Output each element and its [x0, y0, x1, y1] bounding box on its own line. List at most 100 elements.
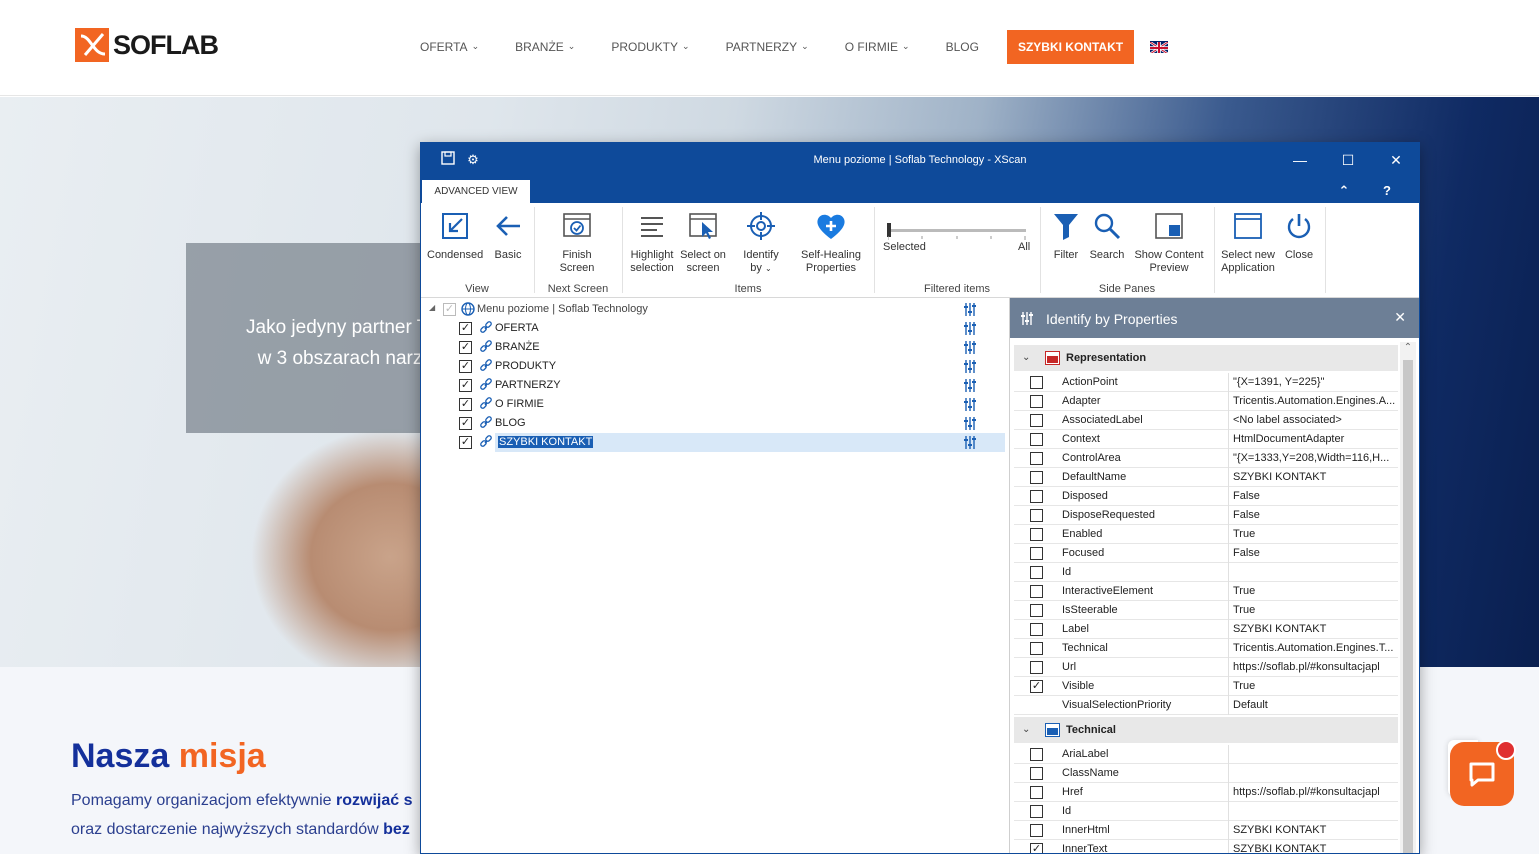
property-checkbox[interactable] [1030, 604, 1043, 617]
tree-item[interactable]: ✓ OFERTA [421, 319, 1007, 338]
tree-item[interactable]: ✓ PARTNERZY [421, 376, 1007, 395]
property-value[interactable] [1228, 764, 1398, 783]
condensed-button[interactable]: Condensed [427, 209, 483, 262]
property-row[interactable]: AriaLabel [1014, 745, 1398, 764]
property-checkbox[interactable] [1030, 623, 1043, 636]
property-checkbox[interactable] [1030, 547, 1043, 560]
basic-button[interactable]: Basic [487, 209, 529, 262]
chevron-down-icon[interactable]: ⌄ [1022, 724, 1030, 735]
property-checkbox[interactable] [1030, 452, 1043, 465]
nav-o-firmie[interactable]: O FIRMIE ⌄ [845, 40, 910, 54]
minimize-button[interactable]: — [1285, 149, 1315, 171]
close-button[interactable]: Close [1281, 209, 1317, 262]
property-row[interactable]: Href https://soflab.pl/#konsultacjapl [1014, 783, 1398, 802]
collapse-ribbon-icon[interactable]: ⌃ [1334, 182, 1354, 200]
properties-sliders-icon[interactable] [963, 321, 977, 336]
tree-item-checkbox[interactable]: ✓ [459, 398, 472, 411]
properties-sliders-icon[interactable] [963, 340, 977, 355]
self-healing-properties-button[interactable]: Self-Healing Properties [799, 209, 863, 275]
select-on-screen-button[interactable]: Select on screen [679, 209, 727, 275]
property-row[interactable]: VisualSelectionPriority Default [1014, 696, 1398, 715]
property-row[interactable]: Enabled True [1014, 525, 1398, 544]
property-value[interactable]: True [1228, 601, 1398, 620]
property-value[interactable]: SZYBKI KONTAKT [1228, 821, 1398, 840]
property-value[interactable]: SZYBKI KONTAKT [1228, 468, 1398, 487]
property-value[interactable]: False [1228, 506, 1398, 525]
tree-item-checkbox[interactable]: ✓ [459, 341, 472, 354]
property-value[interactable]: https://soflab.pl/#konsultacjapl [1228, 658, 1398, 677]
property-row[interactable]: Id [1014, 802, 1398, 821]
tree-root-checkbox[interactable]: ✓ [443, 303, 456, 316]
property-row[interactable]: AssociatedLabel <No label associated> [1014, 411, 1398, 430]
section-representation[interactable]: ⌄ Representation [1014, 345, 1398, 371]
property-checkbox[interactable] [1030, 786, 1043, 799]
highlight-selection-button[interactable]: Highlight selection [626, 209, 678, 275]
property-checkbox[interactable] [1030, 395, 1043, 408]
property-value[interactable]: "{X=1391, Y=225}" [1228, 373, 1398, 392]
property-row[interactable]: Technical Tricentis.Automation.Engines.T.… [1014, 639, 1398, 658]
property-checkbox[interactable] [1030, 433, 1043, 446]
search-button[interactable]: Search [1087, 209, 1127, 262]
close-window-button[interactable]: ✕ [1381, 149, 1411, 171]
chevron-down-icon[interactable]: ⌄ [1022, 352, 1030, 363]
nav-branze[interactable]: BRANŻE ⌄ [515, 40, 575, 54]
filter-slider-thumb[interactable] [887, 223, 891, 237]
property-value[interactable] [1228, 745, 1398, 764]
property-value[interactable]: True [1228, 525, 1398, 544]
property-row[interactable]: Adapter Tricentis.Automation.Engines.A... [1014, 392, 1398, 411]
property-value[interactable]: True [1228, 582, 1398, 601]
property-checkbox[interactable]: ✓ [1030, 680, 1043, 693]
pane-scrollbar[interactable]: ⌃ [1400, 342, 1416, 853]
property-row[interactable]: DefaultName SZYBKI KONTAKT [1014, 468, 1398, 487]
tree-item-checkbox[interactable]: ✓ [459, 322, 472, 335]
property-row[interactable]: ClassName [1014, 764, 1398, 783]
collapse-arrow-icon[interactable]: ◢ [429, 303, 435, 312]
nav-blog[interactable]: BLOG [946, 40, 979, 54]
tree-item[interactable]: ✓ BLOG [421, 414, 1007, 433]
property-checkbox[interactable] [1030, 566, 1043, 579]
nav-oferta[interactable]: OFERTA ⌄ [420, 40, 479, 54]
property-checkbox[interactable]: ✓ [1030, 843, 1043, 853]
property-value[interactable] [1228, 802, 1398, 821]
nav-partnerzy[interactable]: PARTNERZY ⌄ [726, 40, 809, 54]
properties-sliders-icon[interactable] [963, 435, 977, 450]
pane-close-icon[interactable]: ✕ [1394, 309, 1406, 326]
select-new-application-button[interactable]: Select new Application [1218, 209, 1278, 275]
property-value[interactable]: Tricentis.Automation.Engines.T... [1228, 639, 1398, 658]
property-checkbox[interactable] [1030, 414, 1043, 427]
nav-produkty[interactable]: PRODUKTY ⌄ [611, 40, 689, 54]
show-content-preview-button[interactable]: Show Content Preview [1133, 209, 1205, 275]
properties-sliders-icon[interactable] [963, 378, 977, 393]
property-value[interactable]: HtmlDocumentAdapter [1228, 430, 1398, 449]
property-value[interactable]: SZYBKI KONTAKT [1228, 620, 1398, 639]
property-checkbox[interactable] [1030, 748, 1043, 761]
property-checkbox[interactable] [1030, 490, 1043, 503]
tree-item-checkbox[interactable]: ✓ [459, 417, 472, 430]
property-value[interactable]: False [1228, 544, 1398, 563]
property-row[interactable]: Context HtmlDocumentAdapter [1014, 430, 1398, 449]
property-checkbox[interactable] [1030, 471, 1043, 484]
property-row[interactable]: DisposeRequested False [1014, 506, 1398, 525]
tree-item-checkbox[interactable]: ✓ [459, 379, 472, 392]
filter-button[interactable]: Filter [1047, 209, 1085, 262]
tree-root[interactable]: ◢ ✓ Menu poziome | Soflab Technology [421, 300, 1007, 319]
property-value[interactable]: SZYBKI KONTAKT [1228, 840, 1398, 853]
properties-sliders-icon[interactable] [963, 359, 977, 374]
tree-item[interactable]: ✓ SZYBKI KONTAKT [421, 433, 1007, 452]
section-technical[interactable]: ⌄ Technical [1014, 717, 1398, 743]
tab-advanced-view[interactable]: ADVANCED VIEW [422, 180, 530, 203]
property-checkbox[interactable] [1030, 528, 1043, 541]
tree-item[interactable]: ✓ PRODUKTY [421, 357, 1007, 376]
property-checkbox[interactable] [1030, 642, 1043, 655]
property-value[interactable]: False [1228, 487, 1398, 506]
property-value[interactable]: "{X=1333,Y=208,Width=116,H... [1228, 449, 1398, 468]
scroll-up-icon[interactable]: ⌃ [1400, 342, 1416, 356]
property-value[interactable]: Default [1228, 696, 1398, 715]
property-row[interactable]: InteractiveElement True [1014, 582, 1398, 601]
maximize-button[interactable]: ☐ [1333, 149, 1363, 171]
property-row[interactable]: ActionPoint "{X=1391, Y=225}" [1014, 373, 1398, 392]
property-checkbox[interactable] [1030, 376, 1043, 389]
tree-item-checkbox[interactable]: ✓ [459, 360, 472, 373]
scroll-thumb[interactable] [1403, 360, 1413, 853]
property-value[interactable]: Tricentis.Automation.Engines.A... [1228, 392, 1398, 411]
